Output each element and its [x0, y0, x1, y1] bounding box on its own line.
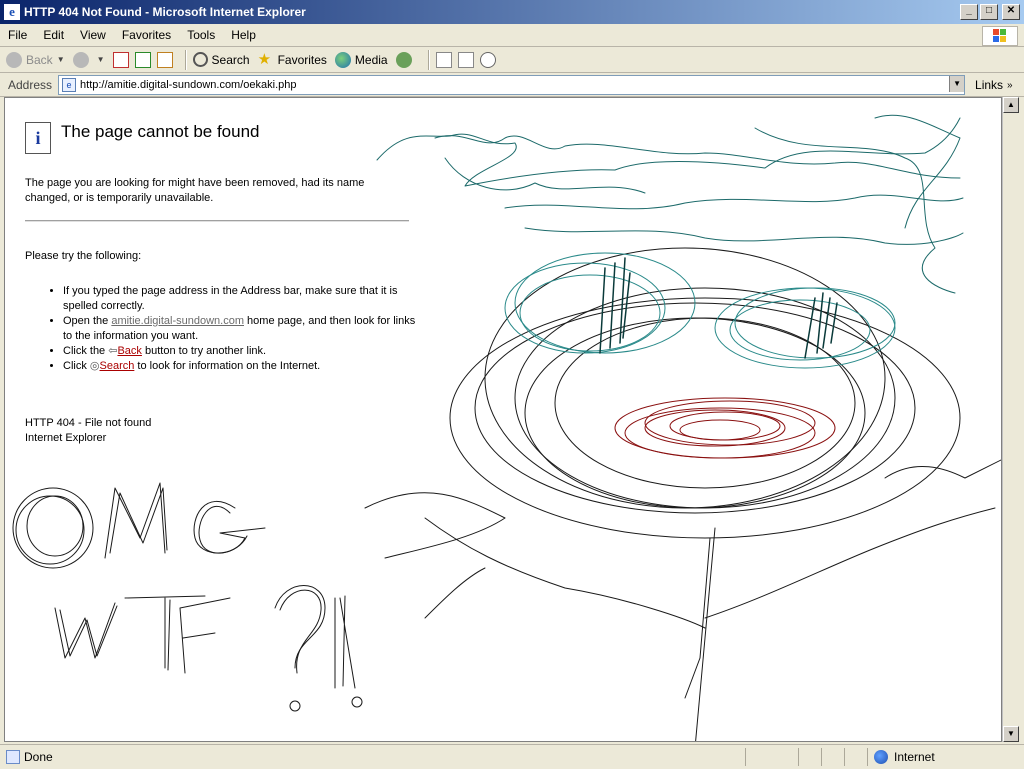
back-arrow-icon	[6, 51, 22, 68]
toolbar-separator	[184, 49, 187, 70]
ie-icon: e	[4, 4, 20, 20]
status-text: Done	[24, 750, 53, 764]
oekaki-drawing	[12, 114, 1001, 741]
address-input[interactable]	[80, 77, 941, 93]
page-content: i The page cannot be found The page you …	[4, 97, 1002, 742]
status-pane	[844, 748, 865, 766]
back-dropdown-icon[interactable]: ▼	[57, 55, 65, 64]
status-pane	[821, 748, 842, 766]
window-title: HTTP 404 Not Found - Microsoft Internet …	[24, 5, 306, 19]
scroll-up-button[interactable]: ▲	[1003, 97, 1019, 113]
close-button[interactable]: ✕	[1002, 4, 1020, 20]
vertical-scrollbar[interactable]: ▲ ▼	[1002, 97, 1019, 742]
menu-bar: File Edit View Favorites Tools Help	[0, 24, 1024, 47]
media-globe-icon	[334, 51, 351, 68]
address-dropdown-icon[interactable]: ▼	[949, 76, 965, 92]
stop-icon[interactable]	[112, 51, 129, 68]
star-icon: ★	[257, 50, 272, 68]
search-icon	[192, 52, 208, 67]
forward-arrow-icon	[72, 51, 89, 68]
zone-label: Internet	[894, 750, 935, 764]
forward-button[interactable]: ▼	[72, 51, 105, 68]
refresh-icon[interactable]	[134, 51, 151, 68]
history-icon[interactable]	[395, 51, 412, 68]
menu-edit[interactable]: Edit	[35, 24, 72, 46]
print-icon[interactable]	[457, 51, 474, 68]
menu-help[interactable]: Help	[223, 24, 264, 46]
address-bar: Address e ▼ Links »	[0, 74, 1024, 97]
search-button[interactable]: Search	[192, 52, 250, 67]
menu-favorites[interactable]: Favorites	[114, 24, 179, 46]
minimize-button[interactable]: _	[960, 4, 978, 20]
menu-tools[interactable]: Tools	[179, 24, 223, 46]
messenger-icon[interactable]	[479, 51, 496, 68]
media-button[interactable]: Media	[334, 51, 388, 68]
standard-toolbar: Back ▼ ▼ Search ★ Favorites Media	[0, 47, 1024, 73]
scroll-down-button[interactable]: ▼	[1003, 726, 1019, 742]
links-chevron-icon[interactable]: »	[1007, 80, 1013, 91]
address-label: Address	[8, 78, 53, 92]
address-field: e ▼	[58, 75, 966, 95]
links-button[interactable]: Links	[975, 78, 1003, 92]
home-icon[interactable]	[156, 51, 173, 68]
window-controls: _ □ ✕	[960, 4, 1020, 20]
title-bar[interactable]: e HTTP 404 Not Found - Microsoft Interne…	[0, 0, 1024, 24]
page-icon: e	[62, 78, 77, 92]
status-bar: Done Internet	[0, 744, 1024, 769]
status-pane	[745, 748, 796, 766]
page-done-icon	[6, 750, 20, 764]
menu-file[interactable]: File	[0, 24, 35, 46]
forward-dropdown-icon[interactable]: ▼	[97, 55, 105, 64]
maximize-button[interactable]: □	[980, 4, 998, 20]
mail-icon[interactable]	[435, 51, 452, 68]
toolbar-separator	[427, 49, 430, 70]
security-zone: Internet	[867, 748, 1024, 766]
favorites-button[interactable]: ★ Favorites	[257, 50, 327, 68]
back-button[interactable]: Back ▼	[6, 51, 65, 68]
internet-globe-icon	[874, 750, 888, 764]
status-pane	[798, 748, 819, 766]
windows-logo-icon	[982, 26, 1018, 46]
menu-view[interactable]: View	[72, 24, 114, 46]
